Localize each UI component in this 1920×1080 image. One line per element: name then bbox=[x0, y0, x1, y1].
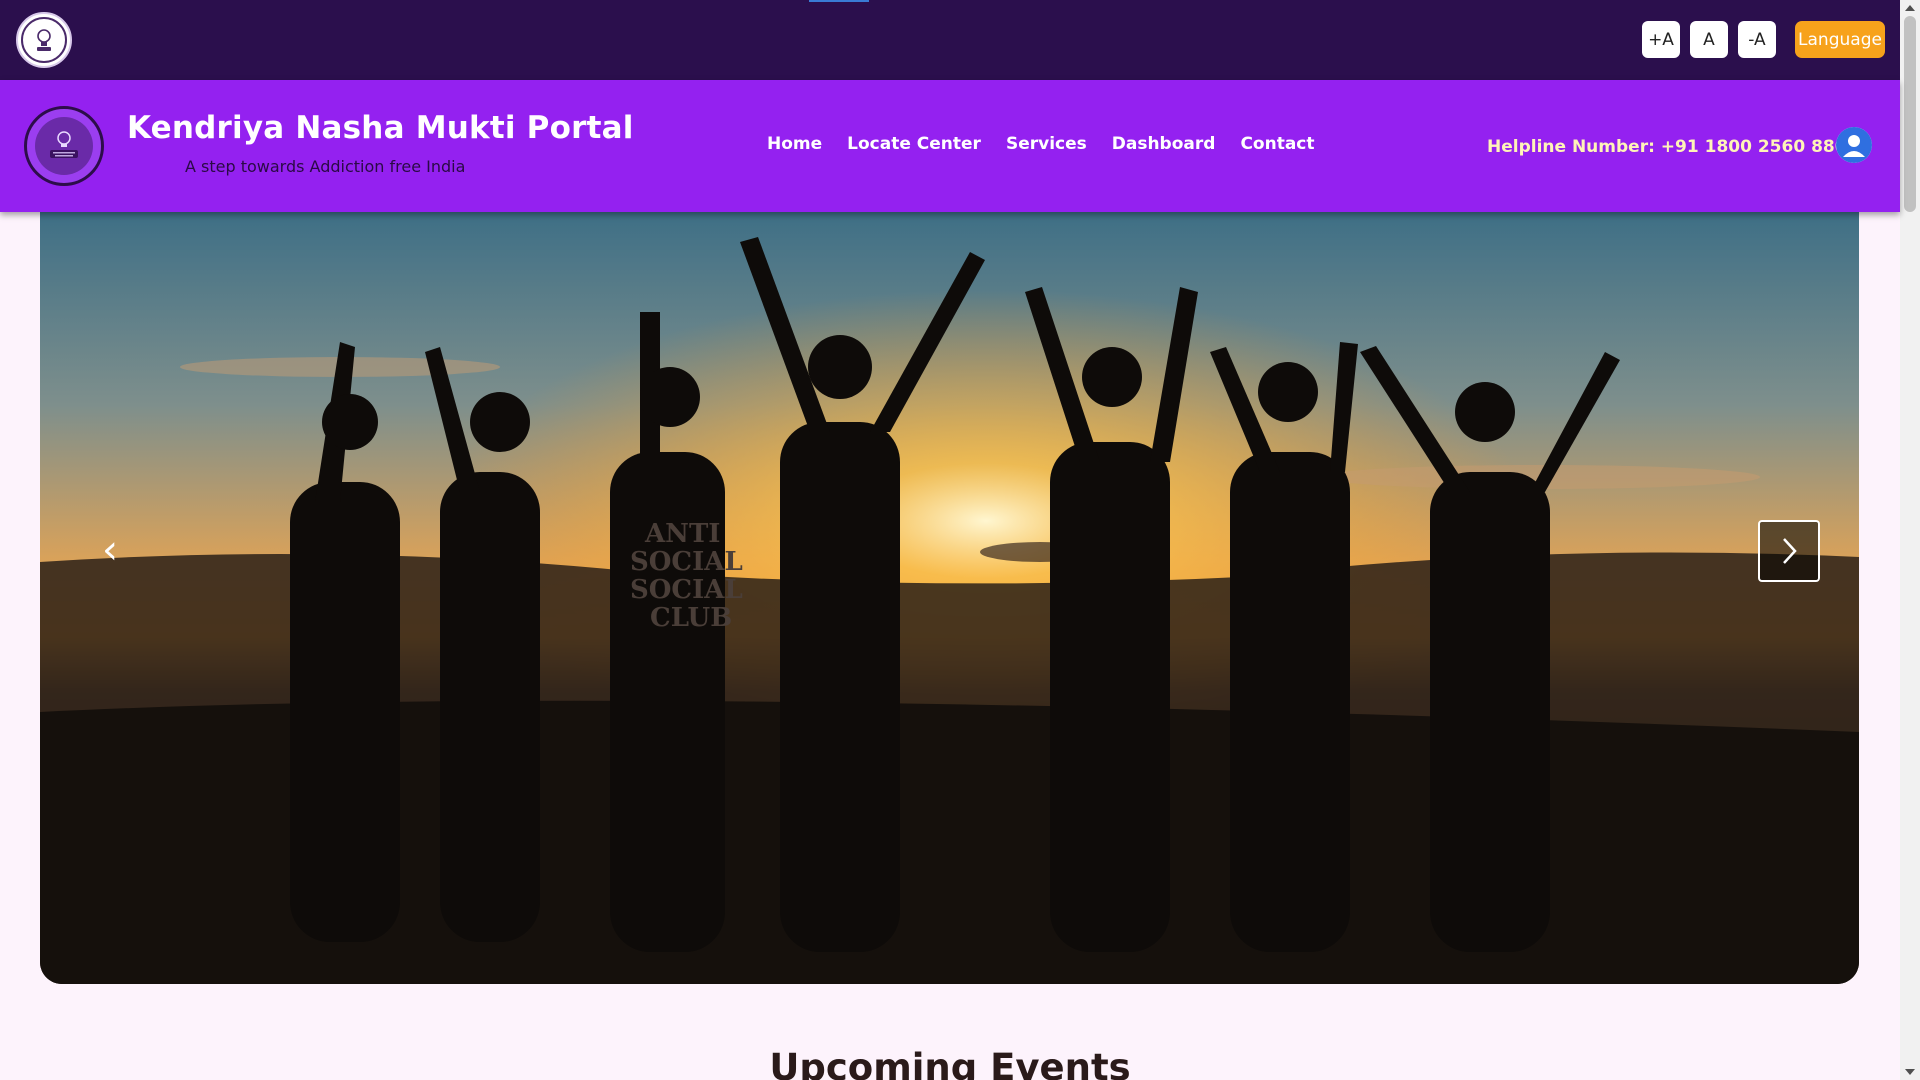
top-accent-line bbox=[809, 0, 869, 2]
main-nav: Home Locate Center Services Dashboard Co… bbox=[767, 134, 1340, 154]
scroll-up-icon[interactable] bbox=[1905, 5, 1915, 11]
emblem-logo-icon[interactable] bbox=[16, 12, 72, 68]
top-utility-bar: +A A -A Language bbox=[0, 0, 1900, 80]
site-title: Kendriya Nasha Mukti Portal bbox=[127, 110, 634, 146]
scroll-down-icon[interactable] bbox=[1905, 1069, 1915, 1075]
nav-dashboard[interactable]: Dashboard bbox=[1112, 134, 1216, 154]
user-avatar-icon[interactable] bbox=[1836, 127, 1872, 163]
nav-services[interactable]: Services bbox=[1006, 134, 1087, 154]
page-scrollbar[interactable] bbox=[1900, 0, 1920, 1080]
chevron-left-icon[interactable]: ‹ bbox=[95, 527, 125, 573]
helpline-number: Helpline Number: +91 1800 2560 880 bbox=[1487, 137, 1847, 157]
upcoming-events-title: Upcoming Events bbox=[769, 1046, 1131, 1080]
site-tagline: A step towards Addiction free India bbox=[185, 157, 466, 176]
chevron-right-icon[interactable] bbox=[1758, 520, 1820, 582]
language-button[interactable]: Language bbox=[1795, 21, 1885, 58]
nav-home[interactable]: Home bbox=[767, 134, 822, 154]
hero-image: ANTI SOCIAL SOCIAL CLUB bbox=[40, 212, 1859, 984]
nav-locate-center[interactable]: Locate Center bbox=[847, 134, 981, 154]
font-decrease-button[interactable]: -A bbox=[1738, 21, 1776, 58]
hero-carousel: ANTI SOCIAL SOCIAL CLUB bbox=[40, 212, 1859, 984]
font-reset-button[interactable]: A bbox=[1690, 21, 1728, 58]
scrollbar-thumb[interactable] bbox=[1904, 16, 1916, 212]
nav-contact[interactable]: Contact bbox=[1240, 134, 1314, 154]
portal-logo-icon[interactable] bbox=[24, 106, 104, 186]
font-increase-button[interactable]: +A bbox=[1642, 21, 1680, 58]
site-header: Kendriya Nasha Mukti Portal A step towar… bbox=[0, 80, 1900, 212]
